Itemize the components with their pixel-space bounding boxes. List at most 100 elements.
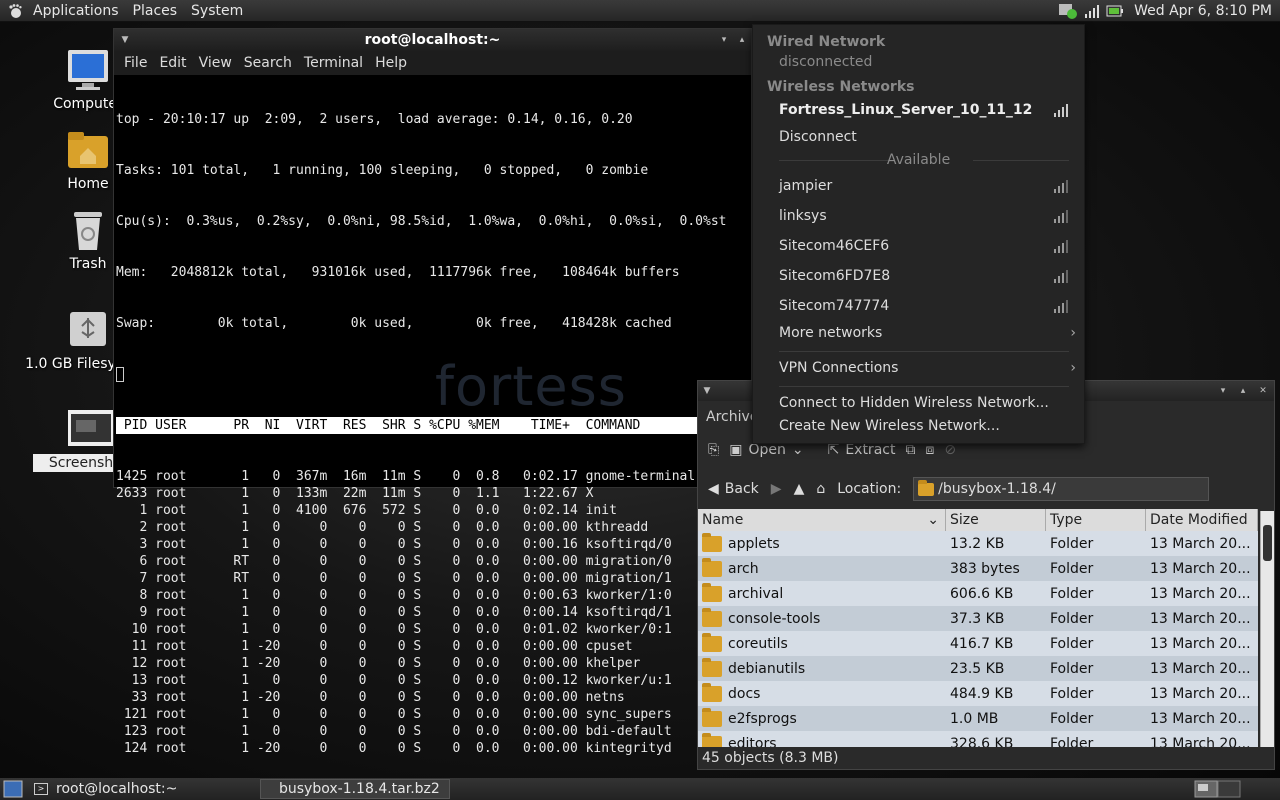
file-row[interactable]: e2fsprogs 1.0 MB Folder 13 March 20... (698, 706, 1258, 731)
network-item[interactable]: Sitecom747774 (753, 298, 1084, 314)
network-item[interactable]: linksys (753, 208, 1084, 224)
taskbar-item-archive[interactable]: busybox-1.18.4.tar.bz2 (260, 779, 450, 799)
applications-menu[interactable]: Applications (26, 0, 126, 22)
terminal-icon: > (34, 783, 48, 795)
gnome-foot-icon[interactable] (4, 0, 26, 22)
file-row[interactable]: coreutils 416.7 KB Folder 13 March 20... (698, 631, 1258, 656)
file-row[interactable]: debianutils 23.5 KB Folder 13 March 20... (698, 656, 1258, 681)
maximize-icon[interactable]: ▴ (735, 33, 749, 47)
file-date: 13 March 20... (1150, 610, 1251, 627)
wireless-networks-header: Wireless Networks (767, 79, 915, 95)
window-menu-icon[interactable]: ▼ (700, 384, 714, 398)
column-type[interactable]: Type (1046, 509, 1146, 531)
vpn-connections-item[interactable]: VPN Connections › (753, 360, 1084, 376)
process-row: 2633 root 1 0 133m 22m 11m S 0 1.1 1:22.… (116, 486, 594, 501)
extract-button[interactable]: ⇱ Extract (828, 442, 896, 458)
battery-icon[interactable] (1106, 4, 1124, 18)
network-item[interactable]: Sitecom46CEF6 (753, 238, 1084, 254)
open-button[interactable]: ▣ Open ⌄ (729, 442, 803, 458)
terminal-menu-file[interactable]: File (118, 55, 153, 71)
screenshot-thumbnail-icon (66, 406, 114, 450)
taskbar-item-terminal[interactable]: > root@localhost:~ (24, 779, 214, 799)
file-row[interactable]: arch 383 bytes Folder 13 March 20... (698, 556, 1258, 581)
minimize-icon[interactable]: ▾ (1216, 384, 1230, 398)
more-networks-label: More networks (779, 325, 883, 341)
stop-icon[interactable]: ⊘ (944, 442, 956, 458)
process-row: 1 root 1 0 4100 676 572 S 0 0.0 0:02.14 … (116, 503, 617, 518)
home-icon[interactable]: ⌂ (816, 481, 825, 497)
file-row[interactable]: console-tools 37.3 KB Folder 13 March 20... (698, 606, 1258, 631)
more-networks-item[interactable]: More networks › (753, 325, 1084, 341)
archive-menu[interactable]: Archive (706, 409, 758, 425)
add-folder-icon[interactable]: ⧈ (925, 442, 934, 458)
disconnect-item[interactable]: Disconnect (753, 129, 1084, 145)
vertical-scrollbar[interactable] (1260, 511, 1274, 747)
file-name-cell: e2fsprogs (698, 707, 946, 727)
signal-icon (1054, 270, 1068, 283)
file-type: Folder (1050, 610, 1094, 627)
process-list: 1425 root 1 0 367m 16m 11m S 0 0.8 0:02.… (116, 468, 749, 757)
add-files-icon[interactable]: ⧉ (905, 442, 915, 458)
network-item[interactable]: Sitecom6FD7E8 (753, 268, 1084, 284)
terminal-menu-view[interactable]: View (193, 55, 238, 71)
scrollbar-thumb[interactable] (1263, 525, 1272, 561)
file-date: 13 March 20... (1150, 635, 1251, 652)
minimize-icon[interactable]: ▾ (717, 33, 731, 47)
file-row[interactable]: archival 606.6 KB Folder 13 March 20... (698, 581, 1258, 606)
top-summary-line: top - 20:10:17 up 2:09, 2 users, load av… (116, 112, 633, 127)
new-archive-icon[interactable]: ⎘ (708, 442, 719, 458)
column-name[interactable]: Name ⌄ (698, 509, 946, 531)
file-name: console-tools (728, 610, 821, 627)
up-arrow-icon[interactable]: ▲ (794, 481, 805, 497)
signal-icon (1054, 300, 1068, 313)
file-size: 13.2 KB (950, 535, 1005, 552)
chevron-right-icon: › (1070, 325, 1076, 341)
process-row: 1425 root 1 0 367m 16m 11m S 0 0.8 0:02.… (116, 469, 696, 484)
separator (779, 386, 1069, 387)
close-icon[interactable]: ✕ (1256, 384, 1270, 398)
column-date[interactable]: Date Modified (1146, 509, 1258, 531)
file-row[interactable]: applets 13.2 KB Folder 13 March 20... (698, 531, 1258, 556)
terminal-titlebar[interactable]: ▼ root@localhost:~ ▾ ▴ (114, 29, 751, 51)
column-size[interactable]: Size (946, 509, 1046, 531)
chevron-down-icon: ⌄ (791, 442, 804, 458)
location-bar: ◀ Back ▶ ▲ ⌂ Location: /busybox-1.18.4/ (698, 473, 1274, 505)
file-row[interactable]: editors 328.6 KB Folder 13 March 20... (698, 731, 1258, 747)
forward-arrow-icon[interactable]: ▶ (771, 481, 782, 497)
network-name: Sitecom747774 (779, 298, 890, 314)
file-list-header: Name ⌄ Size Type Date Modified (698, 509, 1258, 531)
file-date: 13 March 20... (1150, 535, 1251, 552)
location-field[interactable]: /busybox-1.18.4/ (913, 477, 1210, 501)
file-name-cell: archival (698, 582, 946, 602)
connect-hidden-network-item[interactable]: Connect to Hidden Wireless Network... (753, 395, 1084, 411)
back-button[interactable]: ◀ Back (708, 481, 759, 497)
file-size: 484.9 KB (950, 685, 1014, 702)
file-date: 13 March 20... (1150, 660, 1251, 677)
terminal-menu-edit[interactable]: Edit (153, 55, 192, 71)
watermark-logo: fortess (435, 355, 627, 418)
maximize-icon[interactable]: ▴ (1236, 384, 1250, 398)
trash-icon (66, 208, 110, 252)
network-manager-icon[interactable] (1058, 2, 1078, 20)
file-row[interactable]: docs 484.9 KB Folder 13 March 20... (698, 681, 1258, 706)
places-menu[interactable]: Places (126, 0, 185, 22)
workspace-switcher[interactable] (1194, 780, 1264, 798)
signal-strength-icon[interactable] (1084, 3, 1100, 19)
terminal-menu-search[interactable]: Search (238, 55, 298, 71)
create-new-network-item[interactable]: Create New Wireless Network... (753, 418, 1084, 434)
terminal-menu-terminal[interactable]: Terminal (298, 55, 369, 71)
network-name: jampier (779, 178, 833, 194)
terminal-menu-help[interactable]: Help (369, 55, 413, 71)
terminal-output[interactable]: top - 20:10:17 up 2:09, 2 users, load av… (114, 75, 751, 793)
file-name: arch (728, 560, 759, 577)
network-item[interactable]: jampier (753, 178, 1084, 194)
system-menu[interactable]: System (184, 0, 250, 22)
process-row: 10 root 1 0 0 0 0 S 0 0.0 0:01.02 kworke… (116, 622, 672, 637)
separator (779, 351, 1069, 352)
clock[interactable]: Wed Apr 6, 8:10 PM (1134, 3, 1272, 19)
connected-network[interactable]: Fortress_Linux_Server_10_11_12 (753, 102, 1084, 118)
connected-network-label: Fortress_Linux_Server_10_11_12 (779, 102, 1033, 118)
folder-icon (702, 682, 722, 702)
show-desktop-icon[interactable] (2, 779, 24, 799)
file-date: 13 March 20... (1150, 710, 1251, 727)
